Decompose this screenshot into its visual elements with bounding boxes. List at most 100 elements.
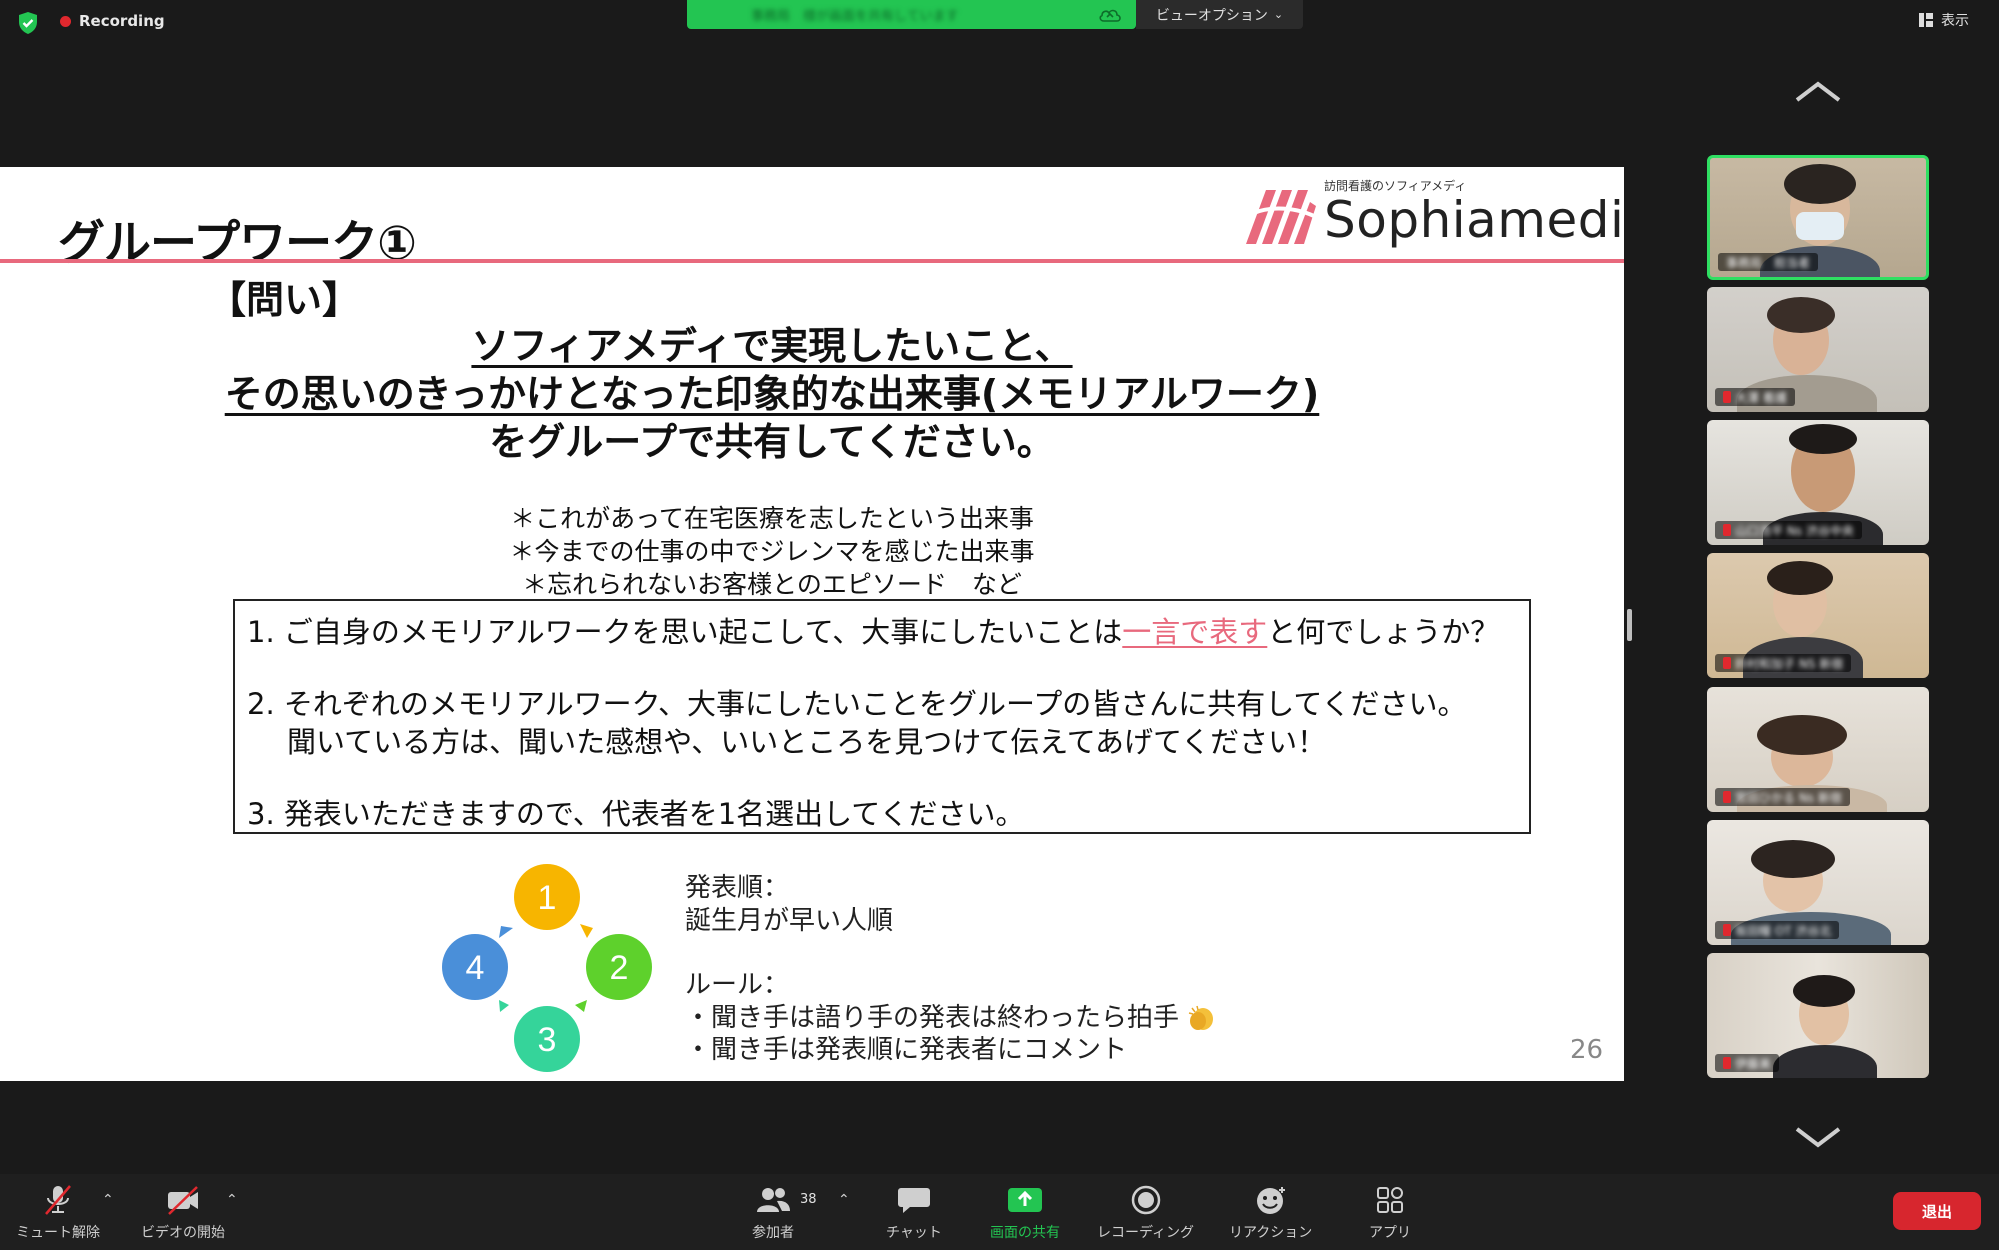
participants-button[interactable]: 参加者: [752, 1184, 794, 1242]
tile-name-label: 坂田瞳 OT 渋谷北: [1715, 921, 1840, 939]
record-icon: [1131, 1185, 1160, 1215]
participant-mask: [1796, 212, 1844, 240]
participant-hair: [1789, 424, 1857, 454]
participants-options-caret[interactable]: ⌃: [838, 1192, 850, 1208]
reaction-button[interactable]: リアクション: [1229, 1184, 1312, 1242]
tile-name-text: 山口浩平 Ns 渋谷中央: [1735, 523, 1854, 538]
grid-view-icon: [1919, 13, 1933, 27]
apps-icon: [1377, 1187, 1403, 1213]
tile-name-text: 伊藤美: [1735, 1056, 1772, 1071]
start-video-label: ビデオの開始: [141, 1225, 225, 1241]
share-banner-text: 事務局 様が画面を共有しています: [751, 9, 959, 24]
step-2-continued: 聞いている方は、聞いた感想や、いいところを見つけて伝えてあげてください！: [287, 725, 1327, 759]
clapping-hands-icon: [1189, 1005, 1214, 1030]
tile-name-text: 鈴村和加子 NS 新宿: [1735, 656, 1844, 671]
participant-tile[interactable]: 事務局 担当者: [1707, 155, 1929, 280]
participant-hair: [1793, 975, 1855, 1007]
cycle-label-2: 2: [610, 949, 629, 987]
chevron-down-icon[interactable]: [1793, 1125, 1843, 1149]
share-screen-icon: [1008, 1188, 1042, 1212]
cycle-arrow-1: [580, 924, 593, 938]
video-options-caret[interactable]: ⌃: [226, 1192, 238, 1208]
logo-name: Sophiamedi: [1324, 191, 1624, 249]
cycle-arrow-2: [575, 1000, 587, 1012]
chat-label: チャット: [886, 1225, 942, 1241]
recording-button[interactable]: レコーディング: [1097, 1184, 1194, 1242]
participant-tile[interactable]: 坂田瞳 OT 渋谷北: [1707, 820, 1929, 945]
title-divider: [0, 259, 1624, 263]
apps-button[interactable]: アプリ: [1369, 1184, 1411, 1242]
step-2: 2. それぞれのメモリアルワーク、大事にしたいことをグループの皆さんに共有してく…: [247, 687, 1467, 721]
reaction-label: リアクション: [1229, 1225, 1313, 1241]
rules-label: ルール：: [685, 970, 790, 1000]
order-label: 発表順：: [685, 873, 790, 903]
participant-tile[interactable]: 鈴村和加子 NS 新宿: [1707, 553, 1929, 678]
audio-options-caret[interactable]: ⌃: [102, 1192, 114, 1208]
question-line-1: ソフィアメディで実現したいこと、: [0, 315, 1624, 370]
video-off-icon: [168, 1186, 198, 1215]
chat-button[interactable]: チャット: [886, 1184, 942, 1242]
participant-hair: [1784, 164, 1856, 204]
recording-indicator[interactable]: Recording: [60, 12, 165, 30]
cycle-arrow-3: [499, 1000, 509, 1012]
note-2: ＊今までの仕事の中でジレンマを感じた出来事: [509, 537, 1035, 566]
tile-name-label: 山口浩平 Ns 渋谷中央: [1715, 521, 1862, 539]
cloud-icon: [1099, 9, 1121, 22]
participants-icon: [757, 1188, 790, 1212]
tile-name-label: 事務局 担当者: [1718, 253, 1819, 271]
screen-share-banner[interactable]: 事務局 様が画面を共有しています: [687, 0, 1136, 29]
tile-name-label: 伊藤美: [1715, 1054, 1780, 1072]
view-button[interactable]: 表示: [1919, 10, 1969, 30]
share-screen-button[interactable]: 画面の共有: [990, 1184, 1060, 1242]
top-bar: Recording 事務局 様が画面を共有しています ビューオプション ⌄ 表示: [0, 0, 1999, 46]
sophiamedi-logo-mark: [1246, 190, 1316, 244]
step-1-text: 1. ご自身のメモリアルワークを思い起こして、大事にしたいことは: [247, 615, 1123, 649]
mic-muted-icon: [1723, 524, 1731, 536]
cycle-arrow-4: [499, 926, 513, 938]
mic-muted-icon: [1723, 1057, 1731, 1069]
leave-button[interactable]: 退出: [1893, 1192, 1981, 1230]
participant-tile[interactable]: 大澤 看護: [1707, 287, 1929, 412]
question-line-1-text: ソフィアメディで実現したいこと、: [471, 324, 1073, 368]
chat-bubble-icon: [897, 1188, 930, 1213]
mic-muted-icon: [1723, 791, 1731, 803]
recording-label: Recording: [79, 12, 165, 30]
tile-name-label: 鈴村和加子 NS 新宿: [1715, 654, 1852, 672]
participant-hair: [1751, 840, 1835, 878]
step-1-highlight: 一言で表す: [1122, 615, 1268, 649]
steps-box: 1. ご自身のメモリアルワークを思い起こして、大事にしたいことは一言で表すと何で…: [233, 599, 1531, 834]
company-logo: 訪問看護のソフィアメディ Sophiamedi: [1244, 177, 1624, 248]
mic-muted-icon: [45, 1185, 71, 1215]
split-divider-handle[interactable]: [1627, 609, 1632, 641]
tile-name-text: 坂田瞳 OT 渋谷北: [1735, 923, 1832, 938]
participants-count: 38: [800, 1192, 817, 1207]
chevron-up-icon[interactable]: [1793, 80, 1843, 104]
share-screen-label: 画面の共有: [990, 1225, 1060, 1241]
participant-tile[interactable]: 伊藤美: [1707, 953, 1929, 1078]
view-options-dropdown[interactable]: ビューオプション ⌄: [1136, 0, 1303, 29]
view-button-label: 表示: [1941, 13, 1969, 29]
tile-name-text: 事務局 担当者: [1726, 255, 1811, 270]
step-3: 3. 発表いただきますので、代表者を1名選出してください。: [247, 797, 1025, 831]
participant-hair: [1767, 297, 1835, 333]
slide-page-number: 26: [1570, 1035, 1604, 1065]
mic-muted-icon: [1723, 657, 1731, 669]
security-shield-icon[interactable]: [16, 11, 40, 35]
tile-name-text: 宮田ひかる Ns 新宿: [1735, 790, 1842, 805]
mic-muted-icon: [1723, 924, 1731, 936]
unmute-button[interactable]: ミュート解除: [16, 1184, 100, 1242]
meeting-toolbar: ミュート解除 ⌃ ビデオの開始 ⌃ 参加者 ⌃ チャット 画面の共有 レコーディ…: [0, 1174, 1999, 1250]
shared-screen-slide: グループワーク① 訪問看護のソフィアメディ Sophiamedi 【問い】 ソフ…: [0, 167, 1624, 1081]
participant-hair: [1767, 561, 1833, 595]
question-line-3: をグループで共有してください。: [489, 420, 1055, 464]
smiley-icon: [1256, 1187, 1285, 1214]
cycle-label-3: 3: [538, 1021, 557, 1059]
participant-tile[interactable]: 宮田ひかる Ns 新宿: [1707, 687, 1929, 812]
start-video-button[interactable]: ビデオの開始: [141, 1184, 225, 1242]
view-options-label: ビューオプション: [1155, 7, 1268, 24]
presentation-order-cycle: 1 2 3 4: [442, 864, 652, 1072]
participant-body: [1773, 1045, 1877, 1078]
participant-tile[interactable]: 山口浩平 Ns 渋谷中央: [1707, 420, 1929, 545]
question-line-2-text: その思いのきっかけとなった印象的な出来事(メモリアルワーク): [224, 372, 1320, 416]
tile-name-label: 宮田ひかる Ns 新宿: [1715, 788, 1850, 806]
